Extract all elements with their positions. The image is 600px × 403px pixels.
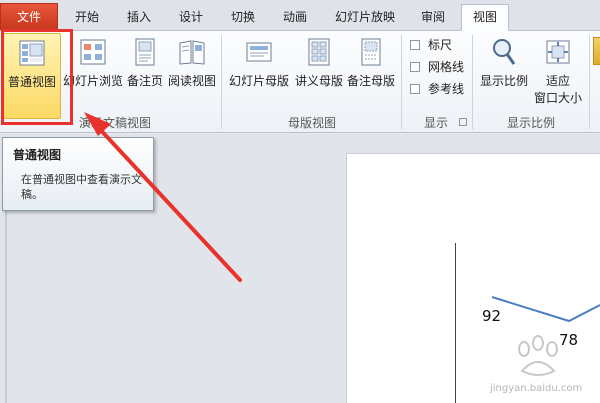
tooltip-title: 普通视图 (13, 148, 62, 162)
watermark: jingyan.baidu.com (490, 335, 600, 403)
data-label: 92 (482, 307, 502, 325)
tooltip-body: 在普通视图中查看演示文稿。 (21, 173, 142, 201)
highlight-box (1, 29, 73, 125)
series-line (491, 296, 600, 323)
watermark-url: jingyan.baidu.com (490, 383, 583, 394)
tooltip: 普通视图 在普通视图中查看演示文稿。 (2, 137, 154, 211)
baidu-paw-logo-icon (518, 335, 558, 376)
